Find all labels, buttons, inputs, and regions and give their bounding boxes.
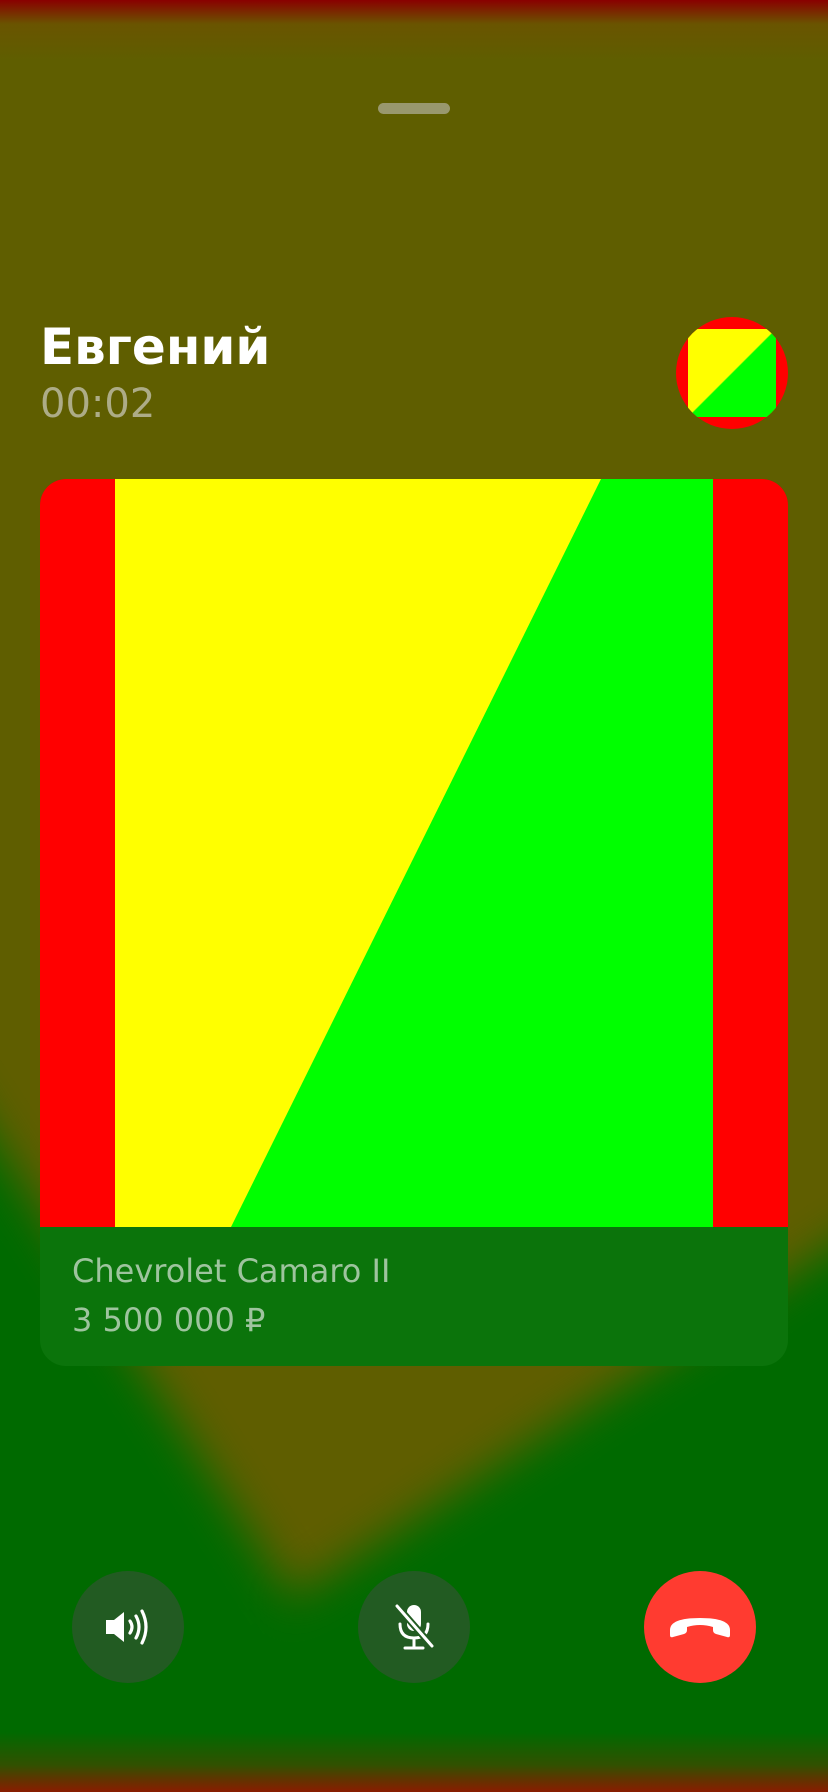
listing-title: Chevrolet Camaro II	[72, 1252, 391, 1290]
caller-name: Евгений	[40, 318, 271, 376]
sheet-grabber-handle[interactable]	[378, 103, 450, 114]
mic-off-icon	[393, 1602, 436, 1650]
listing-image	[40, 479, 788, 1227]
listing-price: 3 500 000 ₽	[72, 1301, 266, 1339]
hangup-button[interactable]	[644, 1571, 756, 1683]
call-screen: Евгений 00:02 Chevrolet Camaro II 3 500 …	[0, 0, 828, 1792]
mute-button[interactable]	[358, 1571, 470, 1683]
call-duration: 00:02	[40, 381, 156, 427]
speaker-button[interactable]	[72, 1571, 184, 1683]
speaker-icon	[106, 1609, 148, 1645]
listing-card[interactable]: Chevrolet Camaro II 3 500 000 ₽	[40, 479, 788, 1366]
avatar-image	[688, 329, 776, 417]
background-top-edge	[0, 0, 828, 60]
listing-info: Chevrolet Camaro II 3 500 000 ₽	[40, 1227, 788, 1366]
background-bottom-edge	[0, 1732, 828, 1792]
listing-image-placeholder	[115, 479, 713, 1227]
phone-hangup-icon	[670, 1618, 730, 1638]
caller-avatar	[676, 317, 788, 429]
